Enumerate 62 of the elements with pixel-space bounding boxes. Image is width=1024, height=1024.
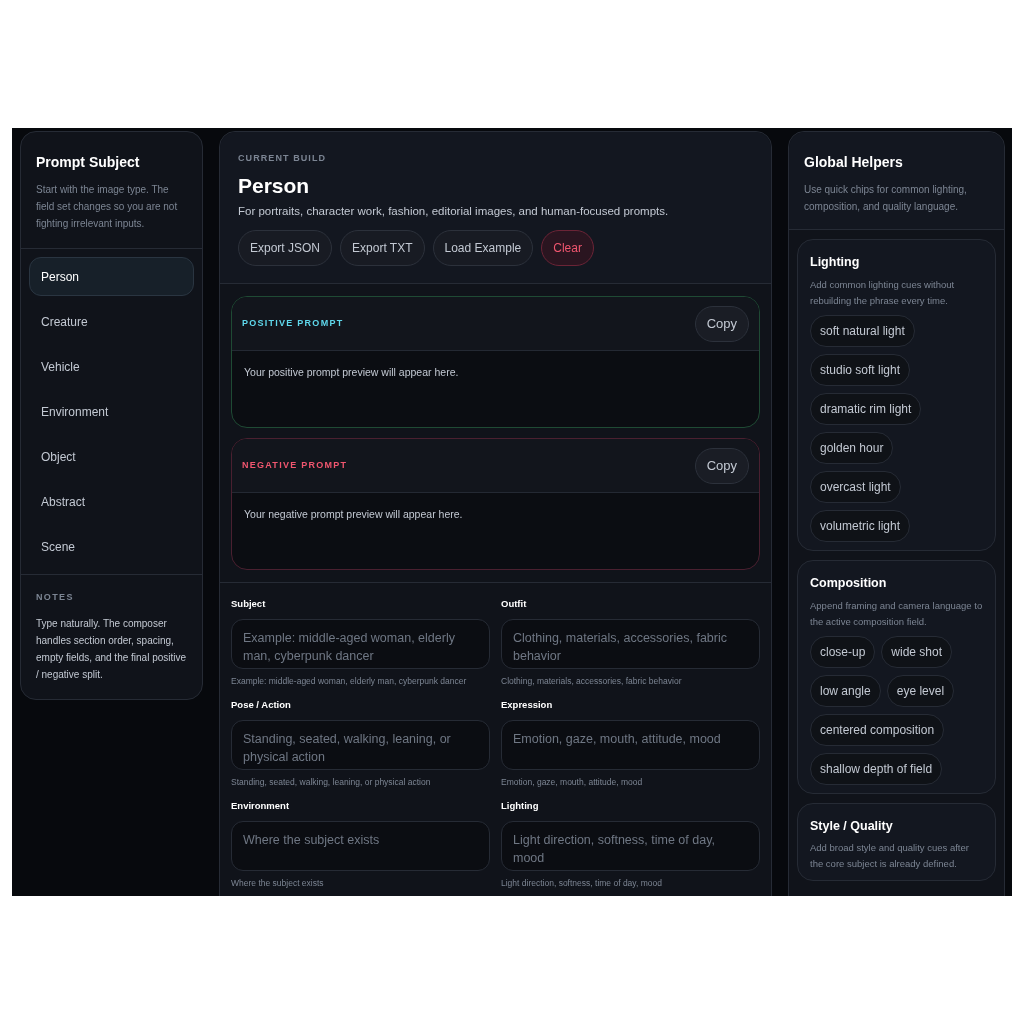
- helper-chip[interactable]: shallow depth of field: [810, 752, 943, 785]
- group-title: Style / Quality: [810, 817, 894, 835]
- field-hint: Where the subject exists: [231, 877, 325, 890]
- preview-text: Your negative prompt preview will appear here.: [244, 507, 464, 522]
- group-description: Append framing and camera language to the active composition field.: [810, 598, 983, 629]
- input-field[interactable]: Standing, seated, walking, leaning, or physical action: [231, 720, 490, 771]
- panel-description: Start with the image type. The field set changes so you are not fighting irrelevant inputs.: [36, 183, 179, 231]
- field-label: Pose / Action: [231, 698, 292, 712]
- field-label: Environment: [231, 799, 291, 813]
- group-description: Add common lighting cues without rebuilding the phrase every time.: [810, 277, 956, 308]
- group-title: Lighting: [810, 254, 861, 271]
- field-label: Lighting: [501, 799, 540, 813]
- input-field[interactable]: Clothing, materials, accessories, fabric behavior: [501, 619, 760, 670]
- build-title: Person: [238, 172, 311, 199]
- helper-chip[interactable]: dramatic rim light: [810, 392, 922, 425]
- helper-chip[interactable]: low angle: [810, 674, 881, 707]
- field-hint: Light direction, softness, time of day, mood: [501, 877, 663, 890]
- input-field[interactable]: Example: middle-aged woman, elderly man, cyberpunk dancer: [231, 619, 490, 670]
- input-field[interactable]: Where the subject exists: [231, 821, 490, 872]
- helper-chip[interactable]: close-up: [810, 635, 876, 668]
- notes-text: Type naturally. The composer handles section order, spacing, empty fields, and the final positive / negative split.: [36, 616, 187, 682]
- field-hint: Clothing, materials, accessories, fabric behavior: [501, 675, 683, 688]
- panel-title: Global Helpers: [804, 153, 904, 172]
- group-description: Add broad style and quality cues after the core subject is already defined.: [810, 841, 970, 872]
- build-eyebrow: CURRENT BUILD: [238, 152, 328, 165]
- helper-chip[interactable]: studio soft light: [810, 353, 911, 386]
- helper-chip[interactable]: volumetric light: [810, 509, 911, 542]
- group-title: Composition: [810, 574, 888, 592]
- subject-item[interactable]: Scene: [29, 527, 194, 566]
- subject-item[interactable]: Object: [29, 437, 194, 476]
- action-button[interactable]: Clear: [541, 230, 594, 266]
- field-hint: Example: middle-aged woman, elderly man, cyberpunk dancer: [231, 675, 468, 688]
- preview-label: NEGATIVE PROMPT: [242, 458, 348, 472]
- helper-chip[interactable]: centered composition: [810, 713, 945, 746]
- subject-item[interactable]: Environment: [29, 392, 194, 431]
- copy-button[interactable]: Copy: [694, 447, 749, 484]
- helper-chip[interactable]: wide shot: [881, 635, 953, 668]
- action-button[interactable]: Export JSON: [238, 230, 333, 266]
- input-field[interactable]: Light direction, softness, time of day, mood: [501, 821, 760, 872]
- preview-text: Your positive prompt preview will appear here.: [244, 365, 460, 380]
- preview-label: POSITIVE PROMPT: [242, 316, 344, 330]
- field-label: Subject: [231, 597, 267, 611]
- helper-chip[interactable]: overcast light: [810, 470, 901, 503]
- field-hint: Standing, seated, walking, leaning, or physical action: [231, 776, 432, 789]
- subject-item[interactable]: Abstract: [29, 482, 194, 521]
- helper-chip[interactable]: soft natural light: [810, 314, 915, 347]
- subject-item[interactable]: Person: [29, 257, 194, 296]
- field-label: Expression: [501, 698, 554, 712]
- panel-title: Prompt Subject: [36, 153, 141, 172]
- panel-description: Use quick chips for common lighting, composition, and quality language.: [804, 183, 968, 214]
- subject-item[interactable]: Vehicle: [29, 347, 194, 386]
- field-hint: Emotion, gaze, mouth, attitude, mood: [501, 776, 644, 789]
- field-label: Outfit: [501, 597, 528, 611]
- action-button[interactable]: Load Example: [432, 230, 534, 266]
- copy-button[interactable]: Copy: [694, 305, 749, 342]
- helper-chip[interactable]: eye level: [886, 674, 955, 707]
- notes-heading: NOTES: [36, 591, 75, 604]
- action-button[interactable]: Export TXT: [340, 230, 425, 266]
- build-description: For portraits, character work, fashion, editorial images, and human-focused prompts.: [238, 203, 670, 219]
- subject-item[interactable]: Creature: [29, 302, 194, 341]
- input-field[interactable]: Emotion, gaze, mouth, attitude, mood: [501, 720, 760, 771]
- helper-chip[interactable]: golden hour: [810, 431, 894, 464]
